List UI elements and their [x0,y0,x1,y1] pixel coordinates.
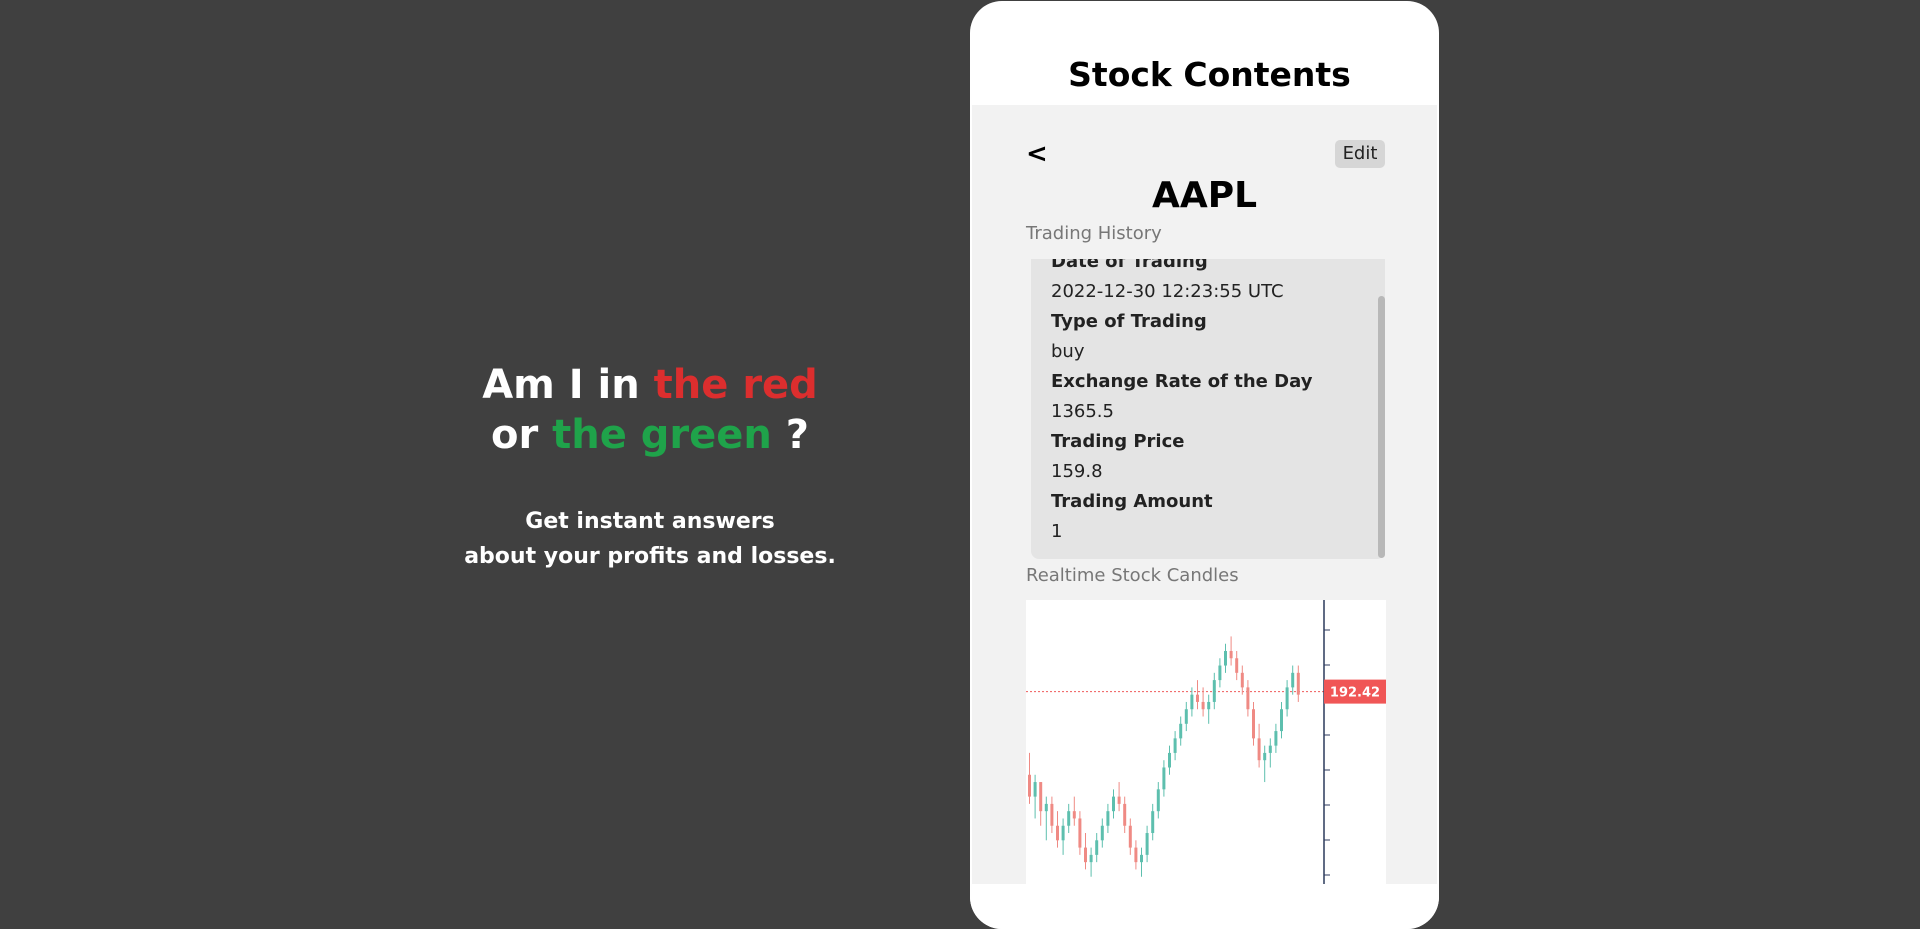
candle-body [1140,854,1143,863]
history-value-type: buy [1051,341,1085,362]
stock-detail-panel: < Edit AAPL Trading History Date of Trad… [972,105,1437,884]
candle-body [1196,694,1199,702]
candles-label: Realtime Stock Candles [1026,565,1239,586]
candle-body [1156,789,1160,812]
hero-section: Am I in the red or the green ? Get insta… [400,360,900,574]
candle-body [1291,672,1295,688]
candle-body [1190,694,1194,710]
candle-body [1100,825,1104,841]
phone-frame: Stock Contents < Edit AAPL Trading Histo… [970,1,1439,929]
trading-history-list[interactable]: Date of Trading 2022-12-30 12:23:55 UTC … [1031,259,1385,559]
candle-body [1128,825,1132,848]
candle-body [1235,658,1239,673]
hero-title-prefix: Am I in [482,362,654,408]
candle-body [1123,803,1127,826]
candle-body [1224,650,1227,666]
candle-body [1112,796,1115,812]
candle-body [1106,811,1110,826]
history-scrollbar[interactable] [1378,296,1385,558]
candle-body [1134,847,1138,863]
candle-body [1084,847,1087,863]
hero-title-green: the green [552,412,772,458]
history-label-price: Trading Price [1051,431,1185,452]
candle-body [1207,701,1211,710]
candle-body [1151,811,1155,834]
history-value-price: 159.8 [1051,461,1103,482]
candle-body [1067,811,1071,826]
candle-body [1268,745,1272,753]
hero-title-suffix: ? [771,412,810,458]
back-button[interactable]: < [1026,139,1048,169]
candle-body [1162,767,1166,790]
phone-footer [970,884,1439,929]
trading-history-content: Date of Trading 2022-12-30 12:23:55 UTC … [1051,259,1361,547]
hero-title: Am I in the red or the green ? [400,360,900,460]
history-label-rate: Exchange Rate of the Day [1051,371,1313,392]
candle-body [1263,752,1267,761]
phone-header: Stock Contents [970,1,1439,104]
candle-body [1145,833,1149,855]
trading-history-label: Trading History [1026,223,1162,244]
hero-subtitle-line-2: about your profits and losses. [464,544,836,569]
history-label-type: Type of Trading [1051,311,1207,332]
candle-body [1218,665,1222,681]
candle-body [1201,701,1205,710]
candle-body [1028,774,1031,797]
page-title: Stock Contents [1068,55,1351,94]
candle-body [1212,680,1216,702]
candle-body [1168,752,1171,768]
candles-group [1028,636,1300,877]
candle-body [1033,782,1037,797]
candle-chart[interactable]: 192.42 [1026,600,1386,884]
candle-body [1240,672,1244,688]
candle-body [1246,687,1250,710]
candle-body [1280,709,1283,732]
price-axis-ticks [1324,629,1330,876]
candle-chart-svg: 192.42 [1026,600,1386,884]
candle-body [1296,672,1300,695]
candle-body [1095,840,1099,855]
stock-ticker: AAPL [1151,175,1258,216]
history-value-amount: 1 [1051,521,1063,542]
candle-body [1050,803,1054,826]
current-price-label: 192.42 [1330,686,1380,701]
hero-subtitle: Get instant answers about your profits a… [400,504,900,574]
candle-body [1117,796,1121,804]
candle-body [1089,854,1093,863]
hero-title-red: the red [653,362,818,408]
candle-body [1179,723,1183,739]
candle-body [1274,731,1278,746]
history-value-rate: 1365.5 [1051,401,1114,422]
candle-body [1173,738,1177,753]
candle-body [1257,738,1261,761]
candle-body [1252,709,1255,739]
hero-subtitle-line-1: Get instant answers [525,509,775,534]
candle-body [1044,803,1048,812]
history-label-amount: Trading Amount [1051,491,1213,512]
edit-button[interactable]: Edit [1335,140,1385,168]
candle-body [1229,650,1233,659]
hero-title-prefix-2: or [490,412,553,458]
candle-body [1078,818,1082,848]
candle-body [1039,782,1043,812]
candle-body [1285,687,1289,710]
history-label-date: Date of Trading [1051,259,1208,272]
candle-body [1184,709,1188,724]
history-value-date: 2022-12-30 12:23:55 UTC [1051,281,1284,302]
candle-body [1056,825,1059,841]
candle-body [1072,811,1076,819]
candle-body [1061,825,1065,841]
